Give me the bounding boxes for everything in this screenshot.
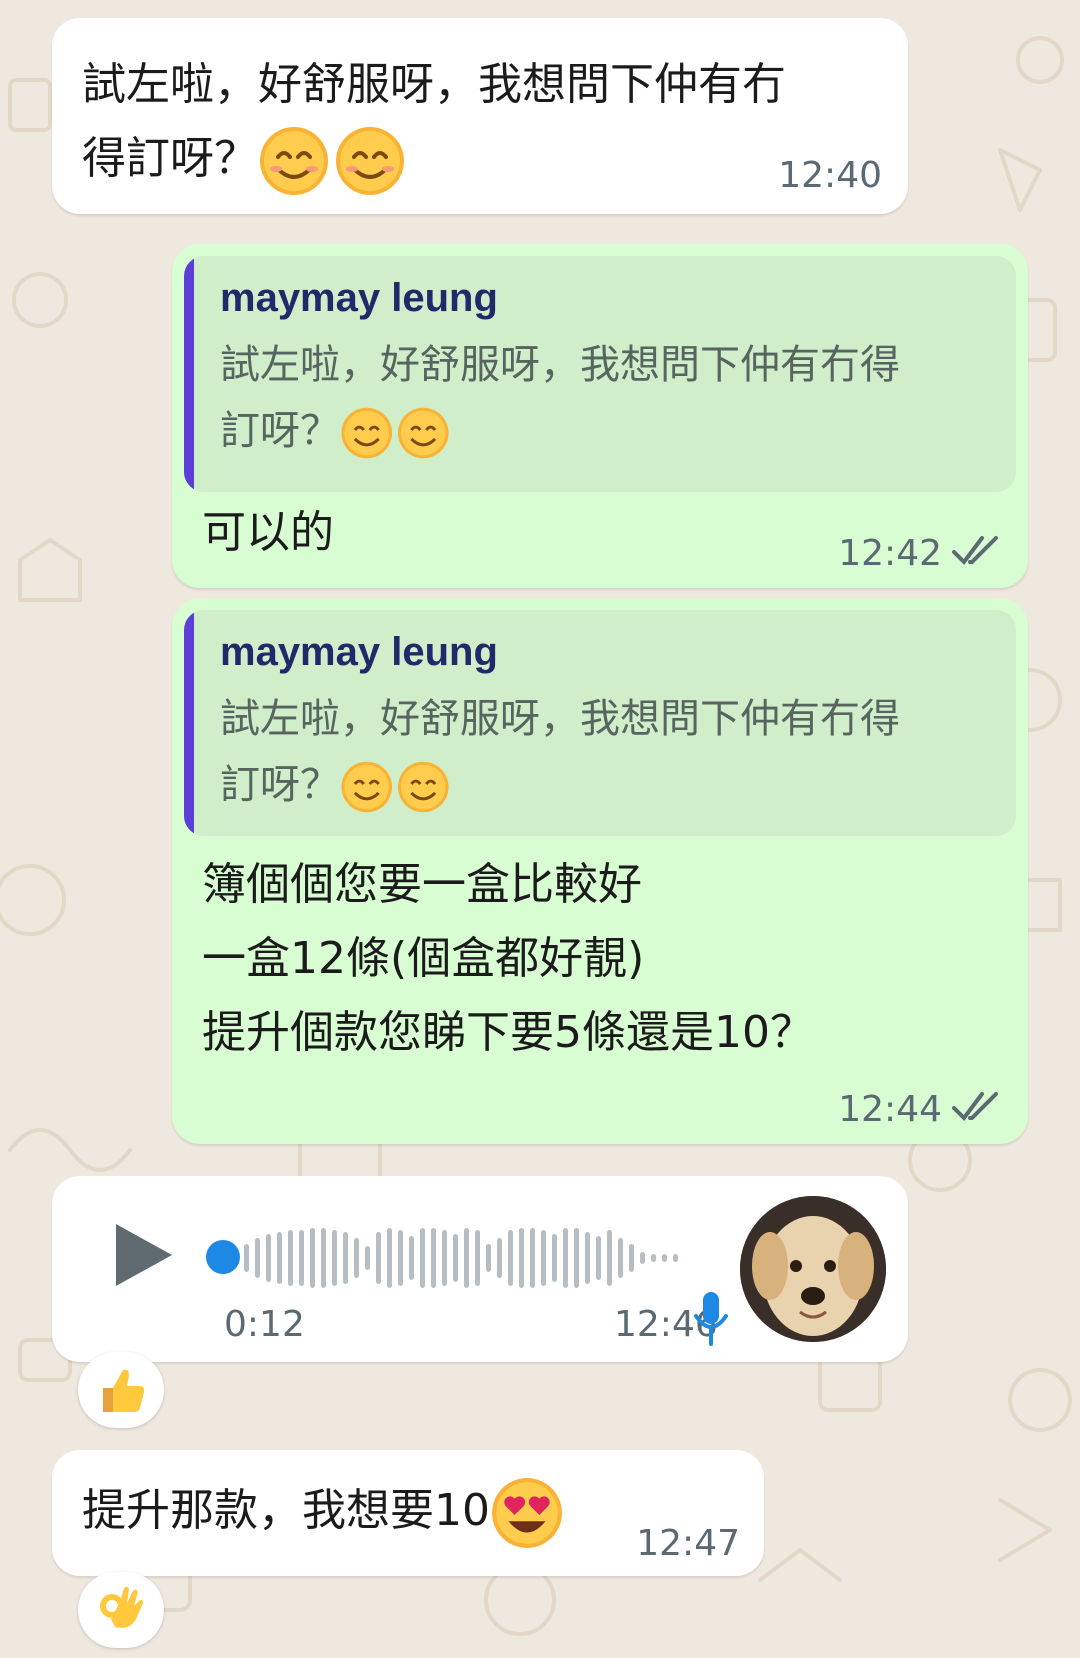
play-icon[interactable] [112, 1220, 176, 1290]
message-line-2: 得訂呀？ [82, 122, 872, 197]
quote-text: 試左啦，好舒服呀，我想問下仲有冇得 訂呀？ [220, 686, 992, 818]
message-line-2: 一盒12條(個盒都好靚) [202, 933, 645, 984]
ok-hand-icon [100, 1586, 143, 1628]
waveform-bar [409, 1236, 414, 1280]
waveform-bar [343, 1232, 348, 1284]
waveform-bar [607, 1230, 612, 1286]
smiling-face-icon [341, 407, 449, 459]
waveform-bar [299, 1230, 304, 1286]
read-receipt-icon [952, 1092, 998, 1122]
waveform-bar [398, 1230, 403, 1286]
voice-message[interactable]: 0:12 12:46 [52, 1176, 908, 1362]
quote-line-1: 試左啦，好舒服呀，我想問下仲有冇得 [220, 696, 900, 742]
quote-accent-bar [184, 610, 194, 836]
reaction-thumbs-up[interactable] [78, 1352, 164, 1428]
quote-author: maymay leung [220, 276, 498, 320]
message-line-1: 試左啦，好舒服呀，我想問下仲有冇 [82, 59, 786, 110]
read-receipt-icon [952, 536, 998, 566]
waveform-bar [673, 1254, 678, 1262]
message-incoming-2[interactable]: 提升那款，我想要10 12:47 [52, 1450, 764, 1576]
message-line-3: 提升個款您睇下要5條還是10？ [202, 1007, 814, 1058]
message-incoming-1[interactable]: 試左啦，好舒服呀，我想問下仲有冇 得訂呀？ 12:40 [52, 18, 908, 214]
waveform-bar [563, 1228, 568, 1288]
waveform-bar [530, 1228, 535, 1288]
waveform-bar [640, 1252, 645, 1264]
waveform-bar [321, 1228, 326, 1288]
waveform-bar [596, 1236, 601, 1280]
message-time: 12:44 [838, 1089, 942, 1130]
message-outgoing-2[interactable]: maymay leung 試左啦，好舒服呀，我想問下仲有冇得 訂呀？ 簿個個您要… [172, 598, 1028, 1144]
waveform-bar [629, 1244, 634, 1272]
dog-avatar-image [740, 1196, 886, 1342]
waveform-bar [475, 1230, 480, 1286]
smiling-face-icon [341, 761, 449, 813]
quote-line-1: 試左啦，好舒服呀，我想問下仲有冇得 [220, 342, 900, 388]
waveform-bar [497, 1238, 502, 1278]
waveform-bar [365, 1246, 370, 1270]
waveform-bar [266, 1234, 271, 1282]
waveform-bar [387, 1228, 392, 1288]
message-text: 提升那款，我想要10 [82, 1474, 564, 1550]
quote-text: 試左啦，好舒服呀，我想問下仲有冇得 訂呀？ [220, 332, 992, 464]
avatar[interactable] [740, 1196, 886, 1342]
waveform-bar [255, 1238, 260, 1278]
message-time: 12:47 [636, 1523, 740, 1564]
waveform-bar [519, 1228, 524, 1288]
voice-waveform[interactable] [244, 1218, 704, 1298]
waveform-bar [310, 1228, 315, 1288]
waveform-bar [552, 1234, 557, 1282]
waveform-bar [662, 1254, 667, 1262]
waveform-bar [442, 1230, 447, 1286]
waveform-bar [354, 1238, 359, 1278]
microphone-icon [694, 1292, 728, 1346]
quote-accent-bar [184, 256, 194, 492]
quote-line-2: 訂呀？ [220, 398, 992, 464]
thumbs-up-icon [103, 1369, 145, 1412]
voice-duration: 0:12 [224, 1304, 305, 1345]
waveform-bar [486, 1244, 491, 1272]
message-text: 簿個個您要一盒比較好 一盒12條(個盒都好靚) 提升個款您睇下要5條還是10？ [202, 848, 992, 1070]
waveform-bar [574, 1228, 579, 1288]
message-text: 試左啦，好舒服呀，我想問下仲有冇 得訂呀？ [82, 48, 872, 197]
reaction-ok-hand[interactable] [78, 1572, 164, 1648]
heart-eyes-icon [492, 1478, 562, 1548]
message-outgoing-1[interactable]: maymay leung 試左啦，好舒服呀，我想問下仲有冇得 訂呀？ 可以的 1… [172, 244, 1028, 588]
waveform-bar [277, 1232, 282, 1284]
quote-author: maymay leung [220, 630, 498, 674]
waveform-bar [244, 1244, 249, 1272]
waveform-bar [618, 1238, 623, 1278]
message-text: 可以的 [202, 507, 334, 558]
waveform-bar [288, 1230, 293, 1286]
waveform-bar [651, 1254, 656, 1262]
quoted-message[interactable]: maymay leung 試左啦，好舒服呀，我想問下仲有冇得 訂呀？ [184, 256, 1016, 492]
waveform-bar [376, 1232, 381, 1284]
waveform-bar [332, 1230, 337, 1286]
quote-line-2: 訂呀？ [220, 752, 992, 818]
waveform-bar [453, 1234, 458, 1282]
voice-progress-dot[interactable] [206, 1240, 240, 1274]
smiling-face-icon [260, 127, 404, 195]
message-line-1: 簿個個您要一盒比較好 [202, 859, 642, 910]
waveform-bar [420, 1228, 425, 1288]
waveform-bar [508, 1230, 513, 1286]
waveform-bar [431, 1228, 436, 1288]
waveform-bar [585, 1232, 590, 1284]
waveform-bar [464, 1228, 469, 1288]
quoted-message[interactable]: maymay leung 試左啦，好舒服呀，我想問下仲有冇得 訂呀？ [184, 610, 1016, 836]
message-time: 12:40 [778, 155, 882, 196]
message-time: 12:42 [838, 533, 942, 574]
waveform-bar [541, 1230, 546, 1286]
